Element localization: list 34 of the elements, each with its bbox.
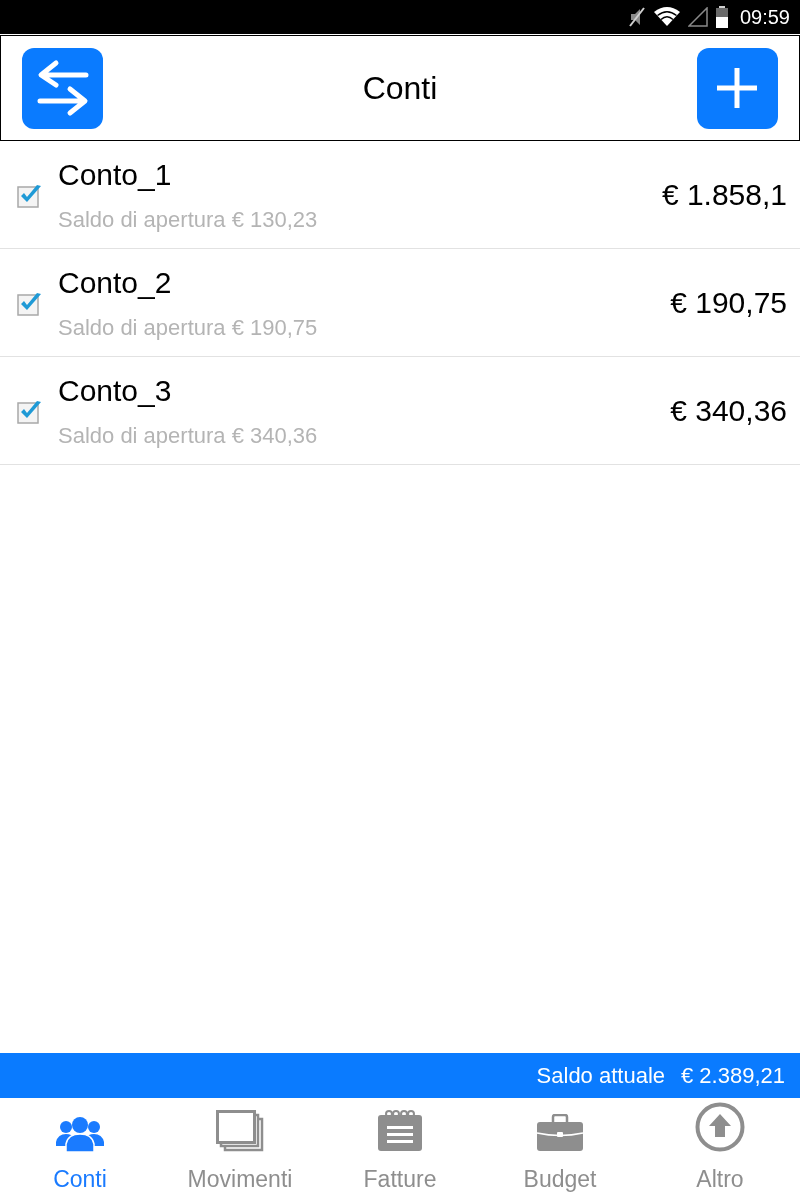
account-row[interactable]: Conto_3 Saldo di apertura € 340,36 € 340,36	[0, 357, 800, 465]
account-amount: € 1.858,1	[661, 177, 787, 213]
tab[interactable]: Altro	[640, 1098, 800, 1204]
add-button[interactable]	[697, 47, 778, 129]
battery-icon	[715, 6, 728, 28]
account-row[interactable]: Conto_2 Saldo di apertura € 190,75 € 190,75	[0, 249, 800, 357]
account-row[interactable]: Conto_1 Saldo di apertura € 130,23 € 1.858,1	[0, 141, 800, 249]
transfer-button[interactable]	[22, 47, 103, 129]
clock-time: 09:59	[739, 7, 790, 27]
balance-label: Saldo attuale	[536, 1062, 665, 1090]
transfer-arrows-icon	[35, 58, 90, 118]
account-name: Conto_2	[58, 264, 173, 301]
tab[interactable]: Conti	[0, 1098, 160, 1204]
opening-balance: Saldo di apertura € 340,36	[58, 422, 319, 449]
tab[interactable]: Movimenti	[160, 1098, 320, 1204]
tab[interactable]: Budget	[480, 1098, 640, 1204]
plus-icon	[716, 67, 759, 109]
notepad-icon	[377, 1109, 423, 1152]
screen-title: Conti	[362, 69, 438, 108]
wifi-icon	[653, 7, 680, 27]
signal-icon	[687, 7, 708, 27]
balance-amount: € 2.389,21	[681, 1062, 785, 1090]
up-arrow-circle-icon	[695, 1101, 745, 1152]
account-name: Conto_1	[58, 156, 173, 193]
opening-balance: Saldo di apertura € 190,75	[58, 314, 319, 341]
stacked-frames-icon	[216, 1109, 264, 1152]
briefcase-icon	[536, 1113, 584, 1152]
account-amount: € 340,36	[670, 393, 787, 429]
account-name: Conto_3	[58, 372, 173, 409]
account-amount: € 190,75	[670, 285, 787, 321]
opening-balance: Saldo di apertura € 130,23	[58, 206, 319, 233]
tab[interactable]: Fatture	[320, 1098, 480, 1204]
muted-speaker-icon	[627, 6, 646, 28]
people-group-icon	[56, 1115, 104, 1152]
